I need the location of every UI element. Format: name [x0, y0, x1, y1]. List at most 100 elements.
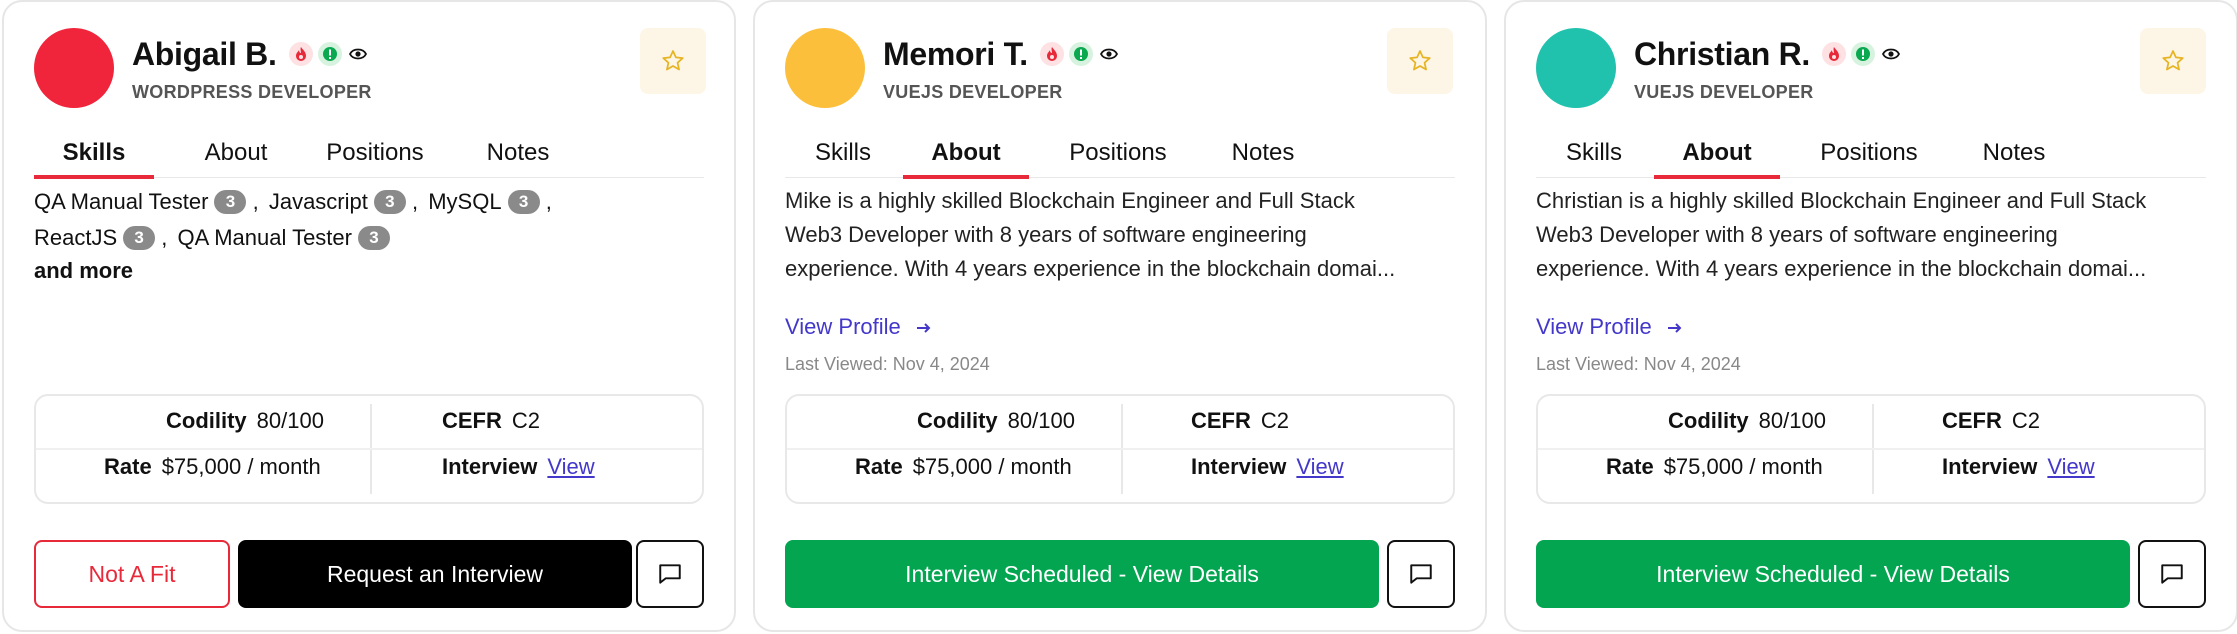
- eye-icon: [1098, 42, 1120, 66]
- skill-tag: Javascript 3 ,: [268, 189, 419, 214]
- fire-icon: [1821, 42, 1846, 66]
- skill-count: 3: [507, 190, 540, 214]
- codility-stat: Codility 80/100: [917, 408, 1075, 433]
- action-buttons: Interview Scheduled - View Details: [1536, 540, 2206, 608]
- tab-about[interactable]: About: [176, 136, 296, 178]
- card-tabs: Skills About Positions Notes: [785, 136, 1455, 179]
- tab-notes[interactable]: Notes: [1954, 136, 2074, 178]
- stats-box: Codility 80/100 CEFR C2 Rate $75,000 / mont…: [1536, 394, 2206, 504]
- verified-icon: [317, 42, 342, 66]
- interview-scheduled-button[interactable]: Interview Scheduled - View Details: [785, 540, 1379, 608]
- name-row: Abigail B.: [132, 32, 369, 76]
- fire-icon: [1039, 42, 1064, 66]
- star-icon: [1409, 50, 1431, 71]
- skills-list: QA Manual Tester 3 , Javascript 3 , MySQL 3…: [34, 184, 694, 256]
- star-icon: [2162, 50, 2184, 71]
- tab-notes[interactable]: Notes: [458, 136, 578, 178]
- cefr-stat: CEFR C2: [1942, 408, 2041, 433]
- arrow-right-icon: [1667, 323, 1682, 333]
- tab-skills[interactable]: Skills: [785, 136, 901, 178]
- rate-stat: Rate $75,000 / month: [1606, 454, 1823, 479]
- eye-icon: [347, 42, 369, 66]
- tab-notes[interactable]: Notes: [1203, 136, 1323, 178]
- about-line: experience. With 4 years experience in t…: [785, 256, 1396, 281]
- candidate-role: VUEJS DEVELOPER: [883, 82, 1063, 102]
- action-buttons: Interview Scheduled - View Details: [785, 540, 1455, 608]
- name-row: Memori T.: [883, 32, 1120, 76]
- favorite-star-button[interactable]: [640, 28, 706, 94]
- view-profile-link[interactable]: View Profile: [785, 314, 933, 340]
- more-skills-link[interactable]: and more: [34, 258, 133, 284]
- view-profile-link[interactable]: View Profile: [1536, 314, 1684, 340]
- message-button[interactable]: [1387, 540, 1455, 608]
- avatar: [785, 28, 865, 108]
- name-row: Christian R.: [1634, 32, 1902, 76]
- about-line: experience. With 4 years experience in t…: [1536, 256, 2147, 281]
- tab-skills[interactable]: Skills: [1536, 136, 1652, 178]
- interview-stat: Interview View: [1942, 454, 2095, 479]
- badges: [1039, 42, 1120, 66]
- rate-stat: Rate $75,000 / month: [104, 454, 321, 479]
- message-button[interactable]: [2138, 540, 2206, 608]
- favorite-star-button[interactable]: [2140, 28, 2206, 94]
- skill-count: 3: [214, 190, 247, 214]
- codility-stat: Codility 80/100: [166, 408, 324, 433]
- eye-icon: [1880, 42, 1902, 66]
- about-line: Christian is a highly skilled Blockchain…: [1536, 188, 2147, 213]
- about-line: Mike is a highly skilled Blockchain Engi…: [785, 188, 1355, 213]
- fire-icon: [288, 42, 313, 66]
- star-icon: [662, 50, 684, 71]
- message-icon: [2161, 564, 2183, 584]
- card-tabs: Skills About Positions Notes: [34, 136, 704, 179]
- skill-tag: MySQL 3 ,: [428, 189, 552, 214]
- candidate-name: Christian R.: [1634, 35, 1810, 72]
- skill-tag: ReactJS 3 ,: [34, 225, 168, 250]
- badges: [288, 42, 369, 66]
- candidate-name: Abigail B.: [132, 35, 277, 72]
- tab-positions[interactable]: Positions: [304, 136, 446, 178]
- verified-icon: [1850, 42, 1875, 66]
- message-button[interactable]: [636, 540, 704, 608]
- tab-about[interactable]: About: [903, 136, 1029, 179]
- last-viewed: Last Viewed: Nov 4, 2024: [785, 354, 990, 374]
- tab-about[interactable]: About: [1654, 136, 1780, 179]
- about-line: Web3 Developer with 8 years of software …: [785, 222, 1307, 247]
- not-a-fit-button[interactable]: Not A Fit: [34, 540, 230, 608]
- skill-tag: QA Manual Tester 3: [178, 220, 390, 256]
- rate-stat: Rate $75,000 / month: [855, 454, 1072, 479]
- skill-count: 3: [123, 226, 156, 250]
- interview-view-link[interactable]: View: [547, 454, 594, 479]
- stats-divider: [36, 448, 702, 450]
- interview-view-link[interactable]: View: [1296, 454, 1343, 479]
- message-icon: [659, 564, 681, 584]
- codility-stat: Codility 80/100: [1668, 408, 1826, 433]
- candidate-role: WORDPRESS DEVELOPER: [132, 82, 372, 102]
- interview-view-link[interactable]: View: [2047, 454, 2094, 479]
- about-text: Christian is a highly skilled Blockchain…: [1536, 184, 2208, 286]
- action-buttons: Not A Fit Request an Interview: [34, 540, 704, 608]
- tab-skills[interactable]: Skills: [34, 136, 154, 179]
- tab-positions[interactable]: Positions: [1798, 136, 1940, 178]
- skill-tag: QA Manual Tester 3 ,: [34, 189, 259, 214]
- cefr-stat: CEFR C2: [1191, 408, 1290, 433]
- cefr-stat: CEFR C2: [442, 408, 541, 433]
- interview-scheduled-button[interactable]: Interview Scheduled - View Details: [1536, 540, 2130, 608]
- skill-count: 3: [357, 226, 390, 250]
- avatar: [1536, 28, 1616, 108]
- stats-box: Codility 80/100 CEFR C2 Rate $75,000 / mont…: [34, 394, 704, 504]
- verified-icon: [1068, 42, 1093, 66]
- interview-stat: Interview View: [1191, 454, 1344, 479]
- stats-divider: [787, 448, 1453, 450]
- card-tabs: Skills About Positions Notes: [1536, 136, 2206, 179]
- about-line: Web3 Developer with 8 years of software …: [1536, 222, 2058, 247]
- favorite-star-button[interactable]: [1387, 28, 1453, 94]
- candidate-name: Memori T.: [883, 35, 1028, 72]
- candidate-card: Abigail B. WORDPRESS DEVELOPER Skills Ab…: [2, 0, 736, 632]
- about-text: Mike is a highly skilled Blockchain Engi…: [785, 184, 1457, 286]
- arrow-right-icon: [916, 323, 931, 333]
- candidate-cards: Abigail B. WORDPRESS DEVELOPER Skills Ab…: [0, 0, 2237, 634]
- badges: [1821, 42, 1902, 66]
- message-icon: [1410, 564, 1432, 584]
- request-interview-button[interactable]: Request an Interview: [238, 540, 632, 608]
- tab-positions[interactable]: Positions: [1047, 136, 1189, 178]
